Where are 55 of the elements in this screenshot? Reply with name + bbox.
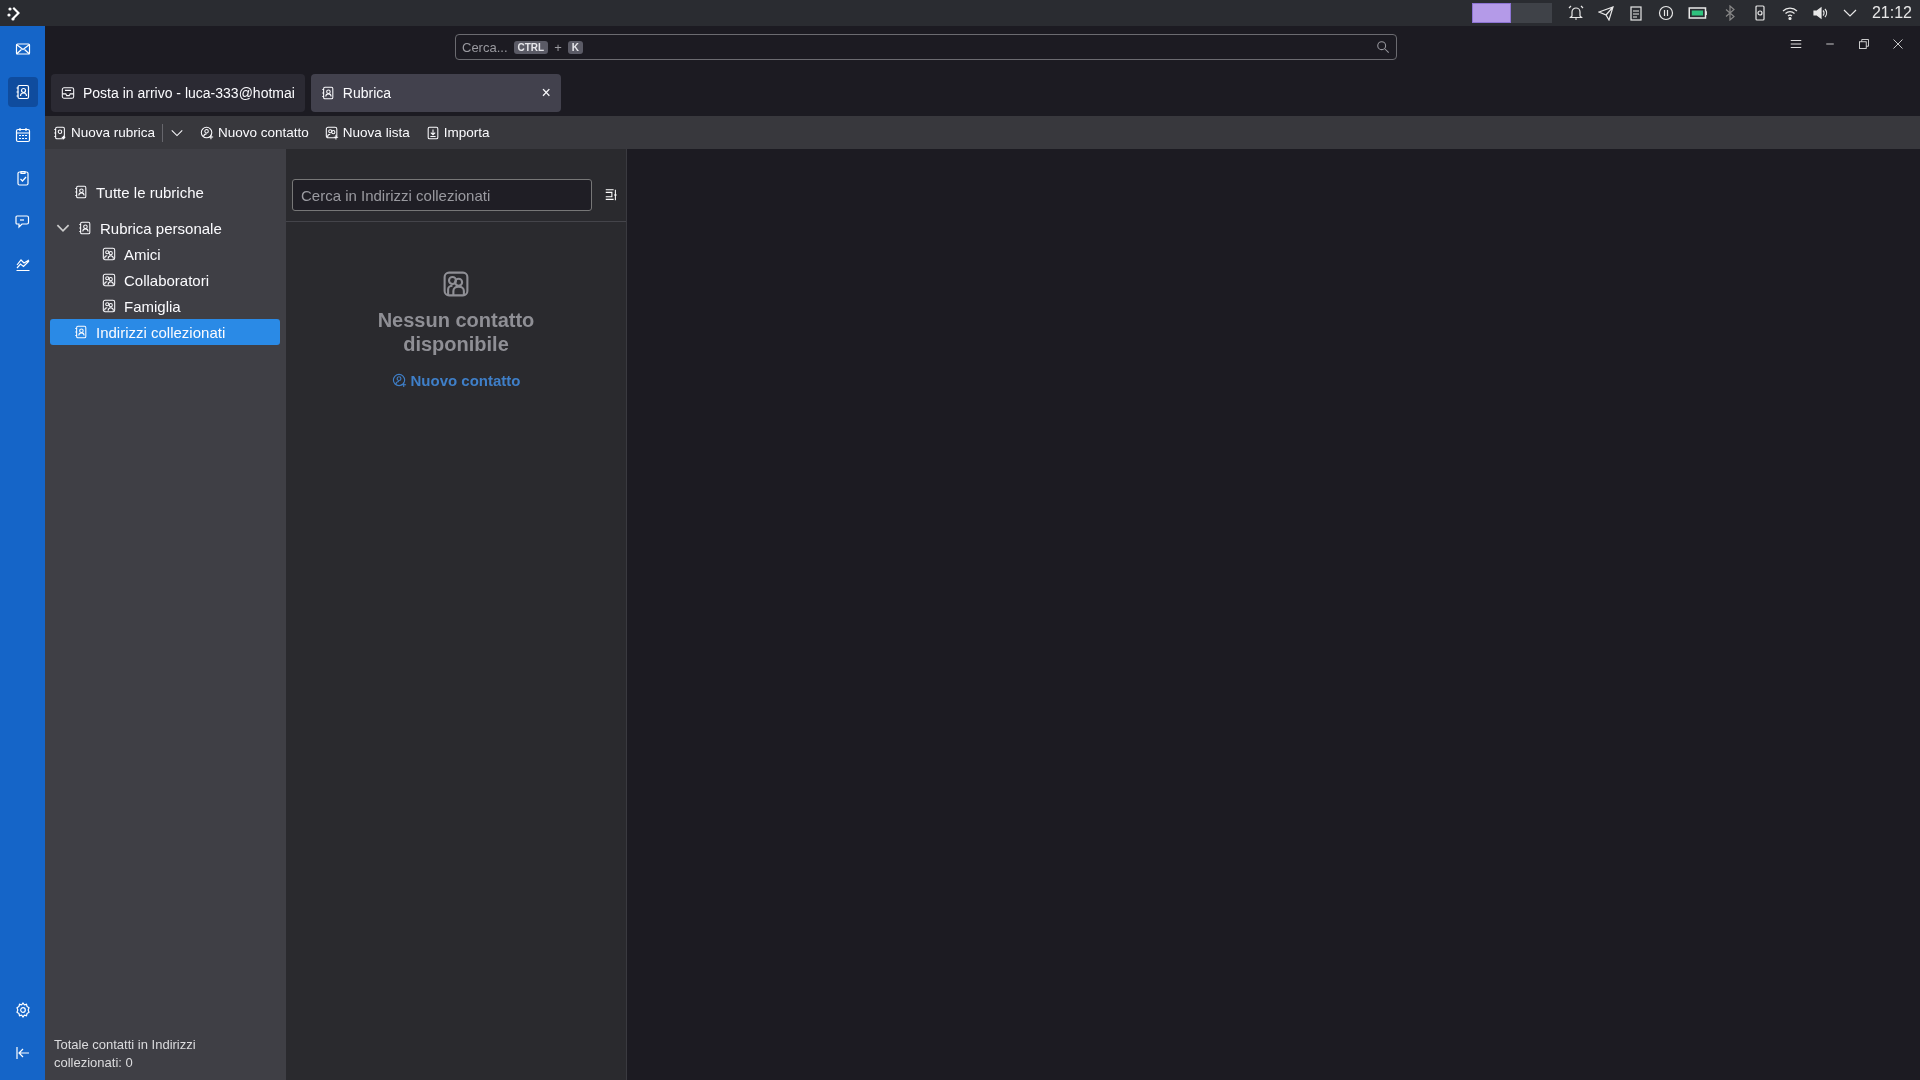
import-icon <box>425 125 440 140</box>
contact-list-add-icon <box>324 125 339 140</box>
inbox-icon <box>61 86 75 100</box>
key-cap: CTRL <box>513 40 549 54</box>
search-icon <box>1376 40 1390 54</box>
menu-icon <box>1789 37 1803 51</box>
toolbar-button[interactable]: Nuovo contatto <box>196 122 313 143</box>
tree-item[interactable]: Collaboratori <box>50 267 280 293</box>
empty-state-title: Nessun contatto disponibile <box>376 308 536 356</box>
wifi-icon <box>1781 5 1798 21</box>
tree-item[interactable]: Indirizzi collezionati <box>50 319 280 345</box>
contacts-list-icon <box>102 273 116 287</box>
restore-icon <box>1858 38 1870 50</box>
clipboard-check-icon <box>14 170 31 186</box>
contacts-icon <box>442 270 470 298</box>
chat-bubble-icon <box>14 213 31 229</box>
paper-plane-icon <box>1597 5 1614 21</box>
contacts-list-icon <box>102 299 116 313</box>
settings-icon <box>14 1002 31 1018</box>
close-icon <box>1892 38 1904 50</box>
address-book-add-icon <box>53 125 67 140</box>
tree-item[interactable]: Amici <box>50 241 280 267</box>
split-button[interactable]: Nuova rubrica <box>49 120 189 145</box>
contacts-search-field[interactable]: Cerca in Indirizzi collezionati <box>292 179 592 211</box>
desktop-pager[interactable] <box>1471 3 1552 23</box>
address-book-icon <box>74 185 88 199</box>
status-text: Totale contatti in Indirizzi collezionati: 0 <box>53 1036 197 1072</box>
calendar-icon <box>14 127 31 143</box>
key-joiner: + <box>554 39 562 55</box>
address-book-icon <box>320 86 335 100</box>
clipboard-icon <box>1627 5 1644 21</box>
contacts-list-icon <box>102 247 116 261</box>
speaker-icon <box>1811 5 1828 21</box>
alarm-bell-icon <box>1567 5 1584 21</box>
tab[interactable]: Rubrica × <box>310 74 561 112</box>
address-book-icon <box>14 84 31 100</box>
pause-icon <box>1657 5 1674 21</box>
tab-close-button[interactable]: × <box>541 84 551 102</box>
collapse-arrow-icon <box>14 1045 31 1061</box>
toolbar-button[interactable]: Importa <box>421 122 494 143</box>
tab[interactable]: Posta in arrivo - luca-333@hotmai <box>51 74 305 112</box>
spaces-toolbar-button[interactable] <box>7 77 38 107</box>
search-placeholder: Cerca... <box>462 39 508 55</box>
tree-item[interactable]: Famiglia <box>50 293 280 319</box>
clock: 21:12 <box>1871 4 1912 22</box>
key-cap: K <box>567 40 583 54</box>
address-book-icon <box>74 325 88 339</box>
display-options-button[interactable] <box>604 188 618 202</box>
address-book-icon <box>78 221 92 235</box>
tree-item[interactable]: Rubrica personale <box>50 215 280 241</box>
envelope-icon <box>14 41 31 57</box>
list-options-icon <box>604 188 618 202</box>
toolbar-button[interactable]: Nuova lista <box>320 122 414 143</box>
search-field[interactable]: Cerca... CTRL + K <box>455 34 1397 60</box>
tree-item[interactable]: Tutte le rubriche <box>50 179 280 205</box>
